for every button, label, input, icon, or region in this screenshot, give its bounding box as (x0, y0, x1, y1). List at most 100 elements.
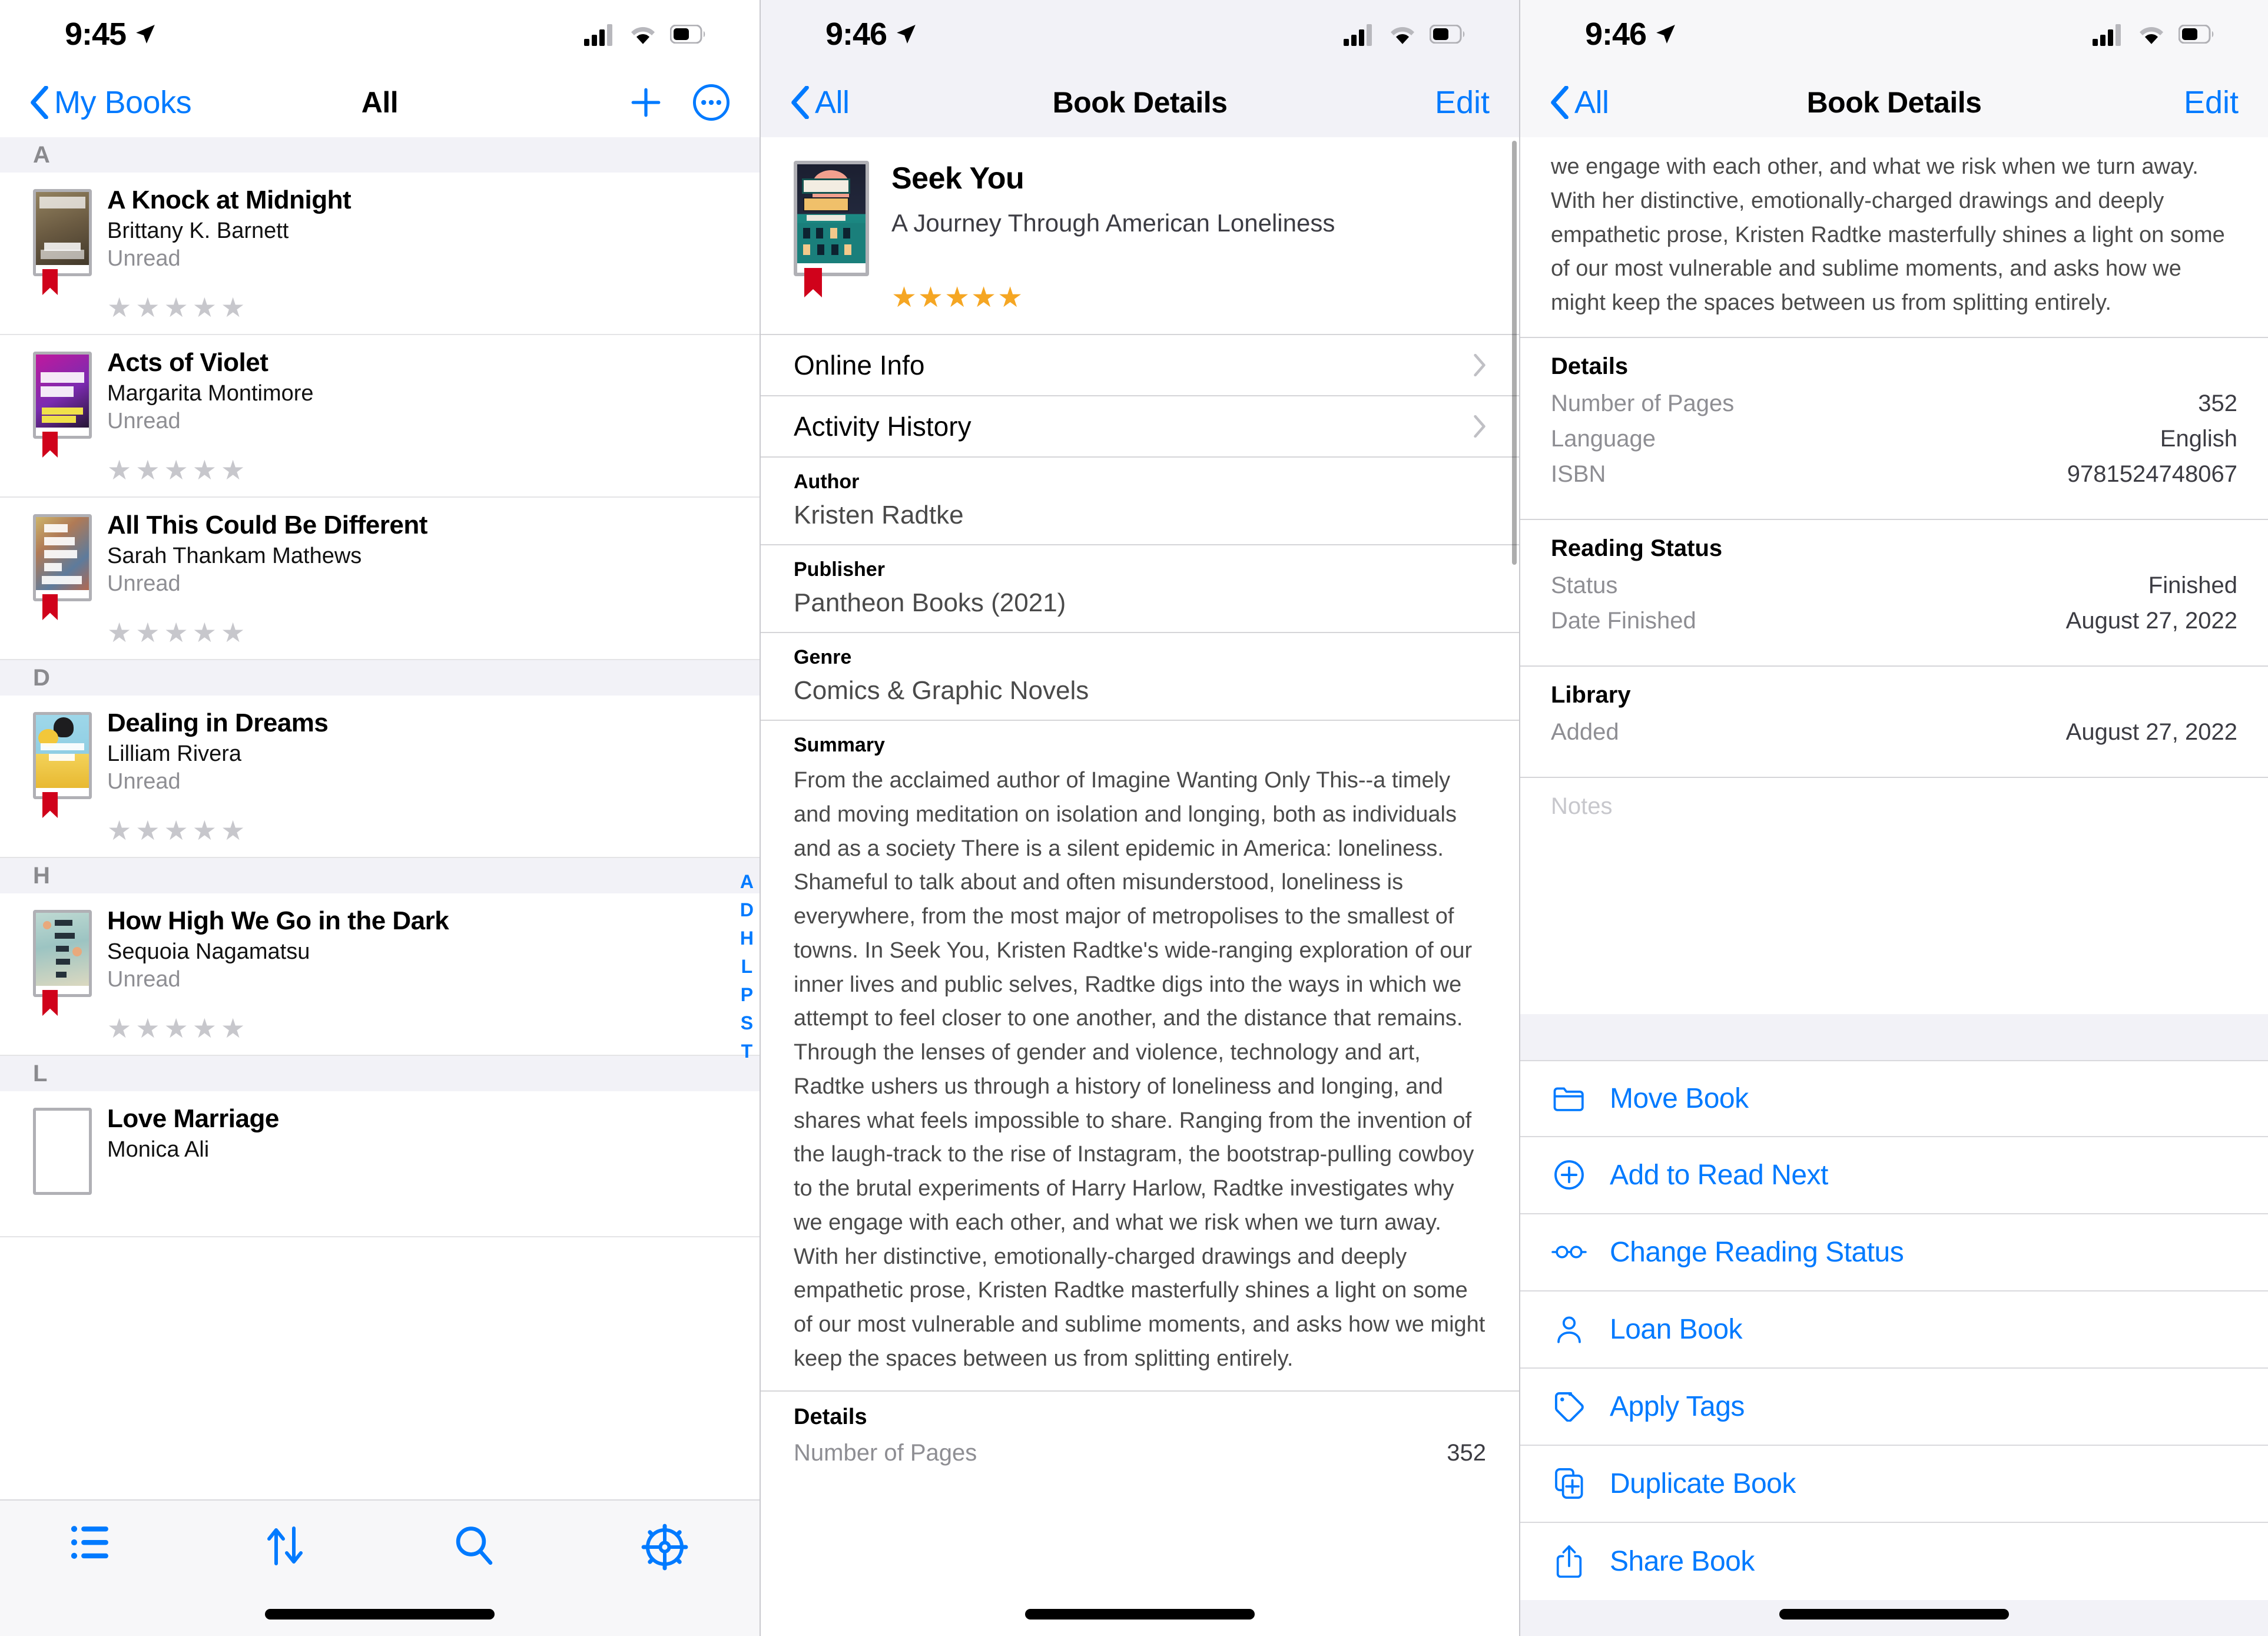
book-author: Sequoia Nagamatsu (107, 939, 310, 964)
tag-icon (1551, 1391, 1587, 1422)
cellular-signal-icon (584, 24, 612, 46)
rating-stars[interactable]: ★★★★★ (107, 617, 760, 648)
book-status: Unread (107, 769, 181, 794)
location-arrow-icon (897, 24, 916, 44)
details-scroll-area[interactable]: Seek You A Journey Through American Lone… (761, 137, 1519, 1636)
books-list-screen: 9:45 My Books All A A Knock at Midnight … (0, 0, 760, 1636)
book-list-item[interactable]: How High We Go in the Dark Sequoia Nagam… (0, 893, 760, 1056)
field-summary[interactable]: Summary From the acclaimed author of Ima… (761, 721, 1519, 1392)
home-indicator (265, 1609, 495, 1620)
tab-sort[interactable] (190, 1523, 380, 1569)
rating-stars[interactable]: ★★★★★ (107, 292, 760, 323)
rating-stars[interactable]: ★★★★★ (107, 1012, 760, 1044)
bookmark-icon (42, 594, 58, 620)
detail-key: ISBN (1551, 461, 1606, 487)
battery-icon (2179, 24, 2214, 44)
action-duplicate-book[interactable]: Duplicate Book (1520, 1446, 2268, 1523)
detail-key: Status (1551, 572, 1618, 598)
book-list-item[interactable]: Dealing in Dreams Lilliam Rivera Unread … (0, 696, 760, 858)
back-button-all[interactable]: All (1550, 84, 1609, 121)
notes-label[interactable]: Notes (1520, 778, 2268, 820)
row-online-info[interactable]: Online Info (761, 335, 1519, 396)
back-label: All (1574, 85, 1609, 120)
battery-icon (1430, 24, 1465, 44)
nav-bar-right: All Book Details Edit (1520, 68, 2268, 137)
field-value: Kristen Radtke (794, 501, 964, 529)
book-title: All This Could Be Different (107, 511, 427, 539)
index-letter[interactable]: H (740, 924, 754, 952)
location-arrow-icon (136, 24, 155, 44)
tab-settings[interactable] (570, 1523, 760, 1571)
plus-circle-icon (1551, 1160, 1587, 1190)
book-list-item[interactable]: Love Marriage Monica Ali (0, 1091, 760, 1237)
detail-row: Status Finished (1551, 568, 2237, 603)
action-apply-tags[interactable]: Apply Tags (1520, 1369, 2268, 1446)
rating-stars[interactable]: ★★★★★ (107, 814, 760, 846)
back-button-my-books[interactable]: My Books (29, 84, 192, 121)
book-subtitle: A Journey Through American Loneliness (891, 209, 1335, 237)
sort-icon (267, 1526, 303, 1565)
nav-bar-left: My Books All (0, 68, 760, 137)
book-list-item[interactable]: A Knock at Midnight Brittany K. Barnett … (0, 173, 760, 335)
section-header-d: D (0, 660, 760, 696)
action-add-to-read-next[interactable]: Add to Read Next (1520, 1137, 2268, 1214)
index-letter[interactable]: L (741, 952, 753, 981)
chevron-left-icon (791, 86, 809, 119)
edit-button[interactable]: Edit (1435, 84, 1490, 121)
action-label: Add to Read Next (1610, 1159, 1828, 1191)
book-title: Acts of Violet (107, 348, 268, 377)
bottom-safe-area (761, 1565, 1519, 1636)
field-genre[interactable]: Genre Comics & Graphic Novels (761, 633, 1519, 721)
detail-value: 352 (1447, 1439, 1486, 1466)
book-list-item[interactable]: All This Could Be Different Sarah Thanka… (0, 498, 760, 660)
field-publisher[interactable]: Publisher Pantheon Books (2021) (761, 545, 1519, 633)
detail-row: Number of Pages 352 (1551, 386, 2237, 421)
index-letter[interactable]: T (741, 1037, 753, 1065)
detail-key: Number of Pages (1551, 390, 1735, 416)
book-cover (794, 161, 869, 314)
book-author: Margarita Montimore (107, 381, 314, 406)
field-author[interactable]: Author Kristen Radtke (761, 458, 1519, 545)
book-title: Dealing in Dreams (107, 708, 329, 737)
bookmark-icon (42, 990, 58, 1016)
index-letter[interactable]: P (741, 981, 753, 1009)
rating-stars[interactable]: ★★★★★ (107, 454, 760, 486)
action-share-book[interactable]: Share Book (1520, 1523, 2268, 1600)
tab-search[interactable] (380, 1523, 570, 1569)
action-label: Duplicate Book (1610, 1468, 1796, 1499)
index-letter[interactable]: S (741, 1009, 753, 1037)
details-scroll-area[interactable]: we engage with each other, and what we r… (1520, 137, 2268, 1636)
summary-text: From the acclaimed author of Imagine Wan… (794, 768, 1486, 1371)
back-button-all[interactable]: All (790, 84, 850, 121)
notes-empty-area[interactable] (1520, 820, 2268, 1014)
alphabet-index[interactable]: A D H L P S T (740, 867, 754, 1065)
detail-value: August 27, 2022 (2065, 607, 2237, 634)
index-letter[interactable]: D (740, 896, 754, 924)
status-time: 9:46 (1585, 16, 1647, 52)
scrollbar[interactable] (1512, 141, 1517, 565)
reading-status-heading: Reading Status (1551, 535, 1723, 561)
status-time: 9:45 (65, 16, 127, 52)
detail-value: Finished (2148, 572, 2237, 598)
action-change-reading-status[interactable]: Change Reading Status (1520, 1214, 2268, 1291)
book-list-item[interactable]: Acts of Violet Margarita Montimore Unrea… (0, 335, 760, 498)
rating-stars[interactable]: ★★★★★ (891, 281, 1486, 314)
book-list[interactable]: A A Knock at Midnight Brittany K. Barnet… (0, 137, 760, 1568)
detail-row: Language English (1551, 421, 2237, 456)
search-icon (456, 1526, 493, 1565)
index-letter[interactable]: A (740, 867, 754, 896)
actions-list: Move Book Add to Read Next Change Readin… (1520, 1059, 2268, 1600)
home-indicator (1779, 1609, 2009, 1620)
edit-button[interactable]: Edit (2184, 84, 2239, 121)
field-label: Publisher (794, 558, 885, 581)
add-icon[interactable] (629, 85, 663, 120)
three-panel-screenshot: 9:45 My Books All A A Knock at Midnight … (0, 0, 2268, 1636)
book-cover (33, 910, 92, 1016)
action-loan-book[interactable]: Loan Book (1520, 1291, 2268, 1369)
more-icon[interactable] (692, 84, 730, 121)
action-label: Apply Tags (1610, 1390, 1745, 1422)
row-activity-history[interactable]: Activity History (761, 396, 1519, 458)
action-move-book[interactable]: Move Book (1520, 1059, 2268, 1137)
section-header-l: L (0, 1056, 760, 1091)
tab-list[interactable] (0, 1523, 190, 1562)
